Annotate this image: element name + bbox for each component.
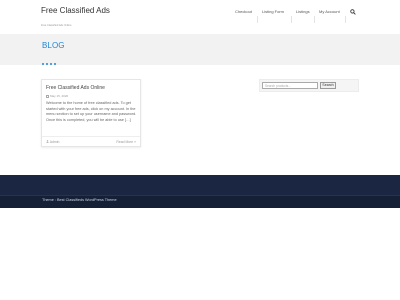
post-footer: Admin Read More » (42, 136, 140, 147)
post-date: May 15, 2020 (46, 94, 68, 98)
nav-item-listing-form[interactable]: Listing Form (262, 9, 284, 14)
search-button[interactable]: Search (320, 82, 336, 89)
nav-item-checkout[interactable]: Checkout (235, 9, 252, 14)
search-widget: Search (259, 79, 359, 92)
footer-bar: Theme : Best Classifieds WordPress Theme (0, 195, 400, 208)
site-header: Free Classified Ads Free Classified Ads … (0, 0, 400, 34)
post-author-name[interactable]: Admin (50, 140, 60, 144)
site-tagline: Free Classified Ads Online (41, 24, 72, 27)
post-date-text[interactable]: May 15, 2020 (50, 94, 68, 98)
post-excerpt: Welcome to the home of free classified a… (46, 101, 137, 122)
nav-divider (314, 16, 315, 23)
search-icon[interactable] (350, 9, 356, 15)
nav-divider (257, 16, 258, 23)
nav-item-listings[interactable]: Listings (296, 9, 310, 14)
post-title[interactable]: Free Classified Ads Online (46, 85, 105, 91)
nav-divider (291, 16, 292, 23)
title-underline-dots (42, 52, 58, 70)
site-title[interactable]: Free Classified Ads (41, 6, 111, 15)
calendar-icon (46, 94, 49, 98)
nav-divider (345, 16, 346, 23)
user-icon (46, 140, 49, 144)
blog-post-card: Free Classified Ads Online May 15, 2020 … (41, 79, 141, 147)
post-author: Admin (46, 140, 59, 144)
nav-item-my-account[interactable]: My Account (319, 9, 340, 14)
footer-credit[interactable]: Theme : Best Classifieds WordPress Theme (42, 198, 117, 202)
read-more-link[interactable]: Read More » (116, 140, 136, 144)
page-title: BLOG (42, 41, 65, 50)
footer-widgets-area (0, 175, 400, 195)
search-input[interactable] (262, 82, 318, 89)
